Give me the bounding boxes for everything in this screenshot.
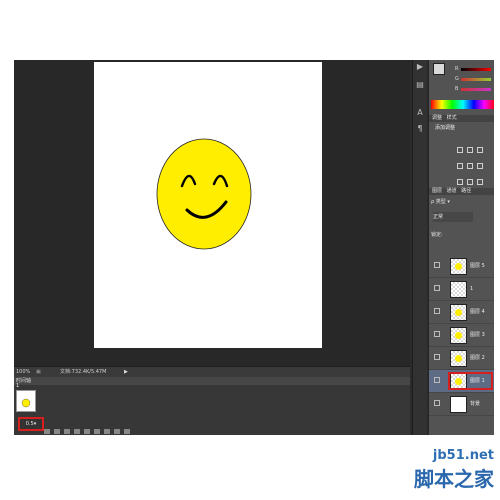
paragraph-icon[interactable]: ¶ [415,124,425,134]
layer-thumbnail [450,304,467,321]
canvas-area [14,60,410,366]
layers-tabs: 图层 通道 路径 [429,188,494,195]
levels-icon[interactable] [467,147,473,153]
tab-adjustments[interactable]: 调整 [432,115,442,121]
visibility-eye-icon[interactable] [434,331,440,337]
layer-row[interactable]: 背景 [429,393,494,416]
layer-thumb-smiley-icon [455,355,462,362]
layer-thumbnail [450,350,467,367]
panel-icon-bar: ▶ ▤ A ¶ [412,60,427,435]
black-white-icon[interactable] [477,163,483,169]
timeline-panel-header: 时间轴 [14,377,410,385]
play-icon[interactable] [74,429,80,434]
play-action-icon[interactable]: ▶ [415,62,425,72]
layer-thumbnail [450,281,467,298]
frame-delay-select[interactable]: 0.5▾ [18,417,44,431]
layer-row[interactable]: 图层 5 [429,255,494,278]
smiley-face-artwork [156,138,252,250]
loop-options-icon[interactable] [44,429,50,434]
visibility-eye-icon[interactable] [434,400,440,406]
layer-row[interactable]: 图层 2 [429,347,494,370]
layer-name: 背景 [470,401,481,407]
frame-thumbnail[interactable] [16,390,36,412]
layer-name: 图层 5 [470,263,485,269]
watermark-brand: 脚本之家 [414,467,494,491]
tab-styles[interactable]: 样式 [447,115,457,121]
delete-frame-icon[interactable] [114,429,120,434]
adjustments-title: 添加调整 [435,125,456,131]
adjustment-icons-row-3 [457,170,487,189]
photoshop-window: 100% ▣ 文档:732.4K/5.47M ▶ 时间轴 1 0.5▾ ▶ ▤ … [14,60,494,435]
layer-filter-select[interactable]: ρ 类型 ▾ [431,197,494,207]
layer-row[interactable]: 图层 3 [429,324,494,347]
visibility-eye-icon[interactable] [434,354,440,360]
visibility-eye-icon[interactable] [434,285,440,291]
first-frame-icon[interactable] [54,429,60,434]
threshold-icon[interactable] [477,179,483,185]
layer-thumbnail [450,327,467,344]
layer-name: 图层 3 [470,332,485,338]
color-panel: R G B [429,60,494,113]
layer-name: 图层 4 [470,309,485,315]
document-canvas[interactable] [94,62,322,348]
invert-icon[interactable] [457,179,463,185]
tab-paths[interactable]: 路径 [461,188,471,194]
layer-row[interactable]: 图层 1 [429,370,494,393]
right-panels: R G B 调整 样式 添加调整 图层 通道 路径 ρ 类型 ▾ 正常 锁定: … [428,60,494,435]
red-slider[interactable] [461,68,491,71]
layer-row[interactable]: 图层 4 [429,301,494,324]
color-spectrum[interactable] [431,100,494,109]
prev-frame-icon[interactable] [64,429,70,434]
layer-name: 图层 2 [470,355,485,361]
frame-number: 1 [16,383,20,389]
convert-timeline-icon[interactable] [124,429,130,434]
layer-thumbnail [450,396,467,413]
selected-layer-highlight [448,372,493,390]
layer-thumb-smiley-icon [455,309,462,316]
green-slider[interactable] [461,78,491,81]
timeline-panel: 1 0.5▾ [14,383,410,435]
lock-label: 锁定: [431,232,443,238]
tab-layers[interactable]: 图层 [432,188,442,194]
zoom-icon: ▣ [36,369,41,375]
layer-thumbnail [450,258,467,275]
color-balance-icon[interactable] [467,163,473,169]
new-frame-icon[interactable] [104,429,110,434]
doc-info: 文档:732.4K/5.47M [60,369,107,375]
next-frame-icon[interactable] [84,429,90,434]
history-icon[interactable]: ▤ [415,80,425,90]
layer-thumb-smiley-icon [455,332,462,339]
tween-icon[interactable] [94,429,100,434]
color-label-b: B [455,86,459,92]
curves-icon[interactable] [477,147,483,153]
character-icon[interactable]: A [415,108,425,118]
brightness-icon[interactable] [457,147,463,153]
adjustments-tabs: 调整 样式 [429,115,494,122]
layers-list: 图层 5 1 图层 4 图层 3 图层 2 图层 1 背景 [429,255,494,435]
watermark: jb51.net 脚本之家 [414,448,494,492]
posterize-icon[interactable] [467,179,473,185]
blue-slider[interactable] [461,88,491,91]
layer-name: 1 [470,286,474,292]
blend-mode-select[interactable]: 正常 [433,212,473,222]
hue-saturation-icon[interactable] [457,163,463,169]
visibility-eye-icon[interactable] [434,262,440,268]
frame-smiley-icon [21,398,31,408]
visibility-eye-icon[interactable] [434,377,440,383]
watermark-url: jb51.net [432,448,494,463]
status-arrow-icon[interactable]: ▶ [124,367,128,377]
layer-thumb-smiley-icon [455,263,462,270]
zoom-level[interactable]: 100% [16,367,30,377]
visibility-eye-icon[interactable] [434,308,440,314]
foreground-color-swatch[interactable] [433,63,445,75]
status-bar: 100% ▣ 文档:732.4K/5.47M ▶ [14,366,410,377]
color-label-r: R [455,66,459,72]
tab-channels[interactable]: 通道 [447,188,457,194]
layer-row[interactable]: 1 [429,278,494,301]
color-label-g: G [455,76,459,82]
smiley-face [156,138,252,250]
